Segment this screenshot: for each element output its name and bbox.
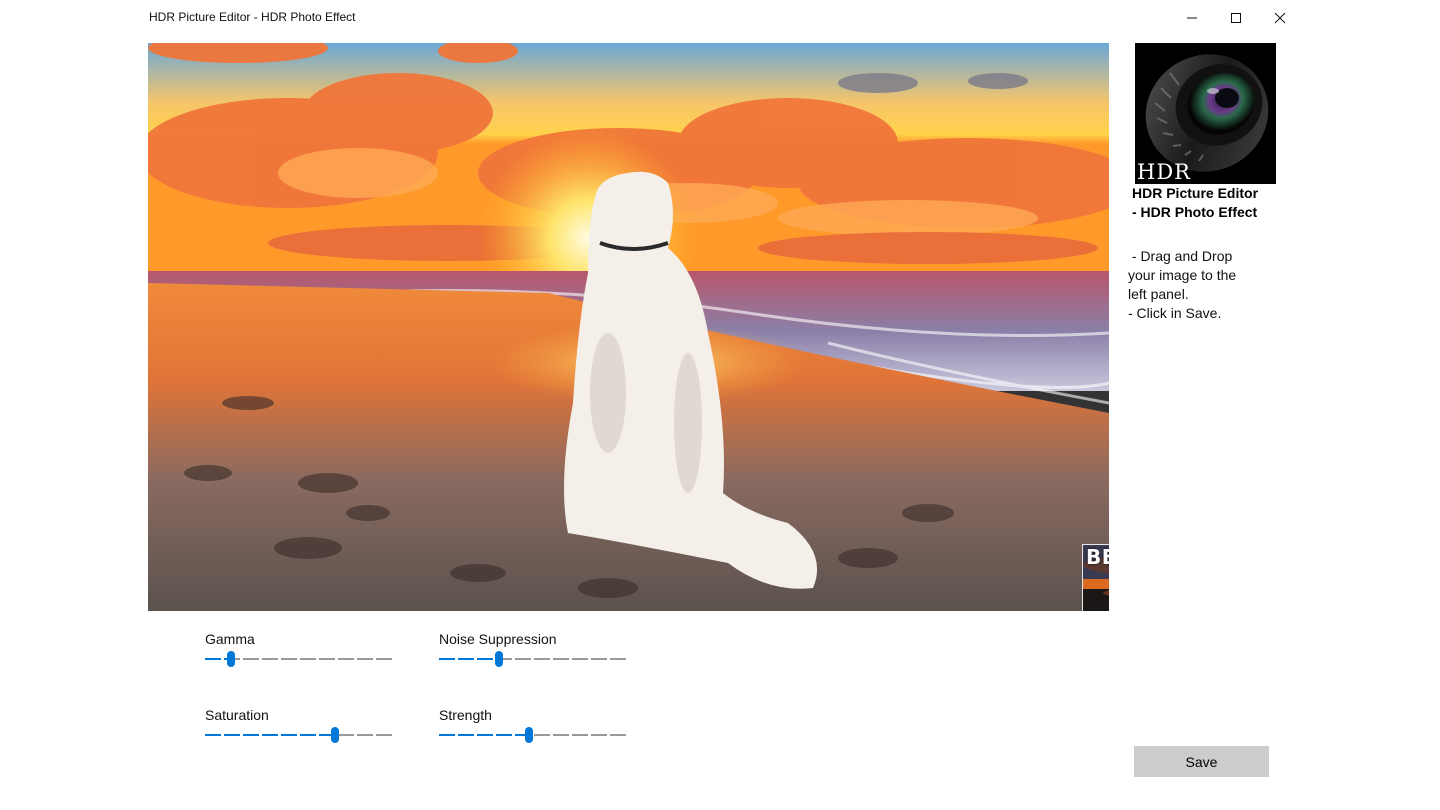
instruction-line: your image to the — [1128, 267, 1237, 283]
slider-thumb — [331, 727, 339, 743]
noise-suppression-slider[interactable] — [439, 651, 627, 667]
gamma-label: Gamma — [205, 631, 255, 647]
minimize-icon — [1187, 17, 1197, 19]
strength-label: Strength — [439, 707, 492, 723]
close-icon — [1274, 12, 1286, 24]
saturation-label: Saturation — [205, 707, 269, 723]
saturation-slider[interactable] — [205, 727, 393, 743]
maximize-icon — [1231, 13, 1241, 23]
app-logo: HDR — [1135, 43, 1276, 184]
gamma-slider[interactable] — [205, 651, 393, 667]
slider-graphic — [205, 727, 393, 743]
instruction-line: - Click in Save. — [1128, 305, 1222, 321]
title-bar: HDR Picture Editor - HDR Photo Effect — [0, 0, 1440, 36]
instructions: - Drag and Drop your image to the left p… — [1128, 247, 1298, 323]
app-name: HDR Picture Editor - HDR Photo Effect — [1132, 184, 1292, 222]
before-thumbnail[interactable]: BEFORE — [1082, 544, 1109, 611]
strength-slider[interactable] — [439, 727, 627, 743]
app-name-line-2: - HDR Photo Effect — [1132, 204, 1258, 220]
logo-text: HDR — [1137, 160, 1191, 184]
hdr-preview-image — [148, 43, 1109, 611]
app-name-line-1: HDR Picture Editor — [1132, 185, 1259, 201]
before-label: BEFORE — [1086, 545, 1109, 569]
save-button[interactable]: Save — [1134, 746, 1269, 777]
slider-graphic — [439, 651, 627, 667]
window-title: HDR Picture Editor - HDR Photo Effect — [149, 10, 356, 24]
maximize-button[interactable] — [1214, 0, 1258, 36]
noise-suppression-label: Noise Suppression — [439, 631, 557, 647]
slider-thumb — [227, 651, 235, 667]
slider-graphic — [205, 651, 393, 667]
instruction-line: left panel. — [1128, 286, 1189, 302]
image-drop-panel[interactable]: BEFORE — [148, 43, 1109, 611]
close-button[interactable] — [1258, 0, 1302, 36]
instruction-line: - Drag and Drop — [1128, 248, 1233, 264]
slider-graphic — [439, 727, 627, 743]
slider-thumb — [525, 727, 533, 743]
minimize-button[interactable] — [1170, 0, 1214, 36]
slider-thumb — [495, 651, 503, 667]
